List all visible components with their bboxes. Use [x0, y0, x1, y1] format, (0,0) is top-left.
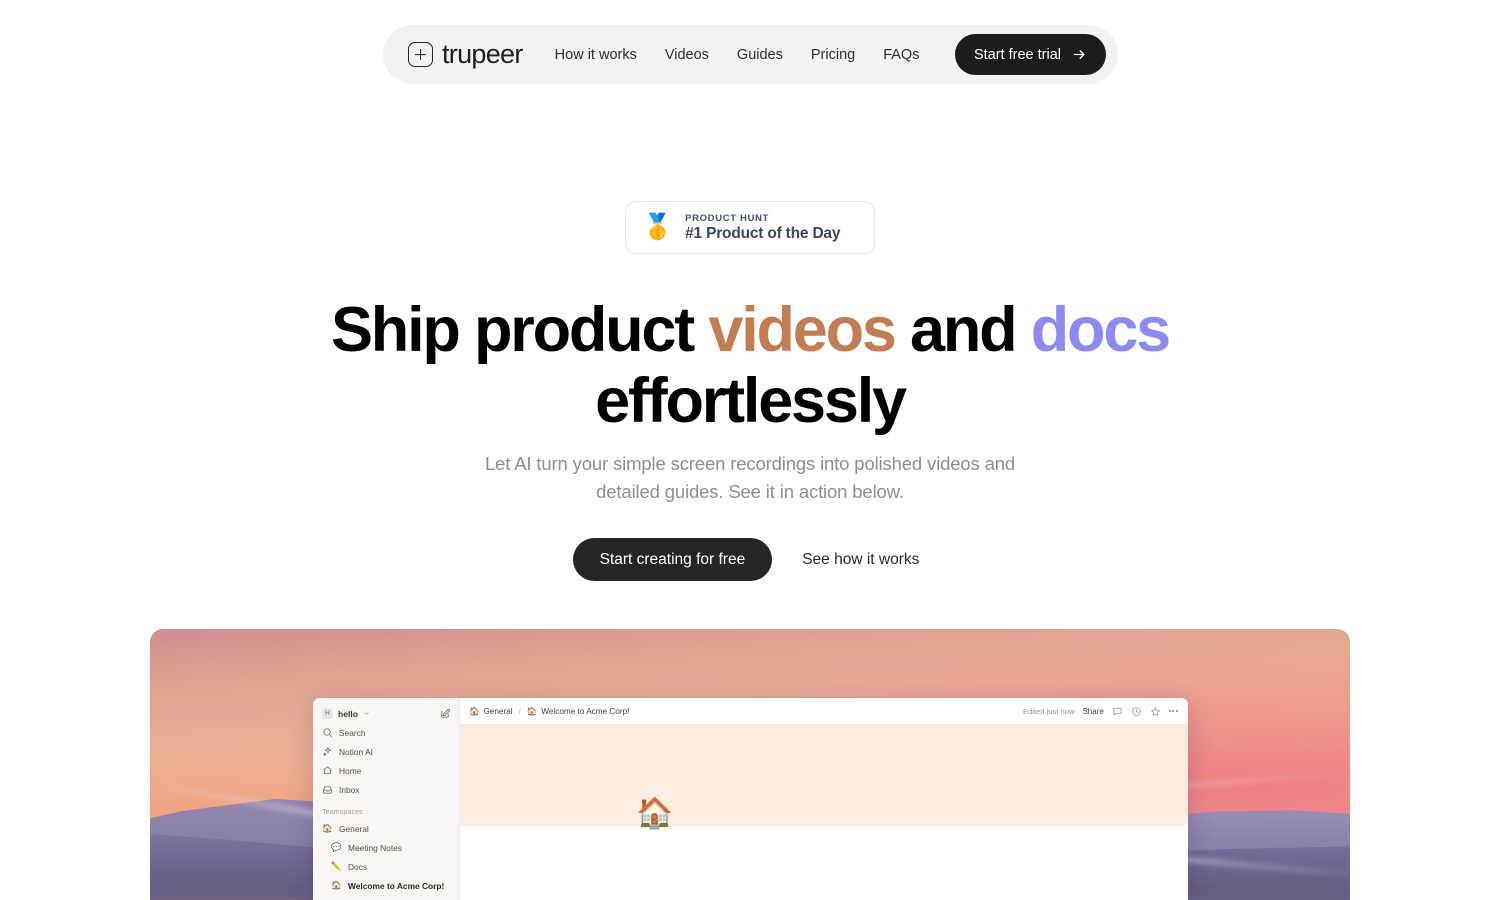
- sparkle-icon: [322, 746, 332, 757]
- app-main-area: 🏠 General / 🏠 Welcome to Acme Corp! Edit…: [460, 698, 1188, 900]
- share-button[interactable]: Share: [1082, 707, 1103, 716]
- sidebar-item-docs[interactable]: ✏️ Docs: [313, 857, 459, 876]
- sidebar-item-search[interactable]: Search: [313, 723, 459, 742]
- house-emoji-icon: 🏠: [322, 823, 333, 833]
- subheadline-line-2: detailed guides. See it in action below.: [596, 481, 904, 503]
- nav-link-faqs[interactable]: FAQs: [883, 47, 919, 63]
- nav-link-how-it-works[interactable]: How it works: [555, 47, 637, 63]
- breadcrumb-root-label: General: [483, 706, 513, 716]
- brand-logo[interactable]: trupeer: [408, 41, 523, 68]
- gold-medal-icon: 🥇: [642, 213, 674, 241]
- hero-headline: Ship product videos and docs effortlessl…: [0, 299, 1500, 433]
- top-navbar: trupeer How it works Videos Guides Prici…: [383, 25, 1118, 84]
- headline-highlight-videos: videos: [708, 295, 897, 365]
- sidebar-item-welcome-to-acme-corp[interactable]: 🏠 Welcome to Acme Corp!: [313, 876, 459, 895]
- workspace-switcher[interactable]: H hello: [313, 704, 459, 723]
- headline-text-1: Ship product: [330, 295, 709, 365]
- inbox-icon: [323, 786, 332, 794]
- product-hunt-badge[interactable]: 🥇 PRODUCT HUNT #1 Product of the Day: [625, 201, 875, 254]
- page-body: 🏠: [460, 799, 1188, 900]
- home-icon: [323, 766, 332, 775]
- sidebar-item-label: General: [339, 823, 369, 834]
- sidebar-item-inbox[interactable]: Inbox: [313, 780, 459, 799]
- sidebar-item-label: Meeting Notes: [348, 842, 402, 853]
- comment-icon[interactable]: [1112, 706, 1123, 717]
- app-preview-window: H hello Search Notion AI Home Inbox Team…: [313, 698, 1188, 900]
- sidebar-item-meeting-notes[interactable]: 💬 Meeting Notes: [313, 838, 459, 857]
- nav-link-pricing[interactable]: Pricing: [811, 47, 855, 63]
- subheadline-line-1: Let AI turn your simple screen recording…: [485, 453, 1015, 474]
- star-icon[interactable]: [1150, 706, 1161, 717]
- house-emoji-icon: 🏠: [331, 880, 342, 890]
- start-free-trial-label: Start free trial: [973, 46, 1061, 63]
- start-creating-for-free-button[interactable]: Start creating for free: [572, 538, 773, 581]
- sidebar-item-label: Search: [339, 727, 366, 738]
- edited-status: Edited just now: [1022, 706, 1075, 716]
- hero-subheadline: Let AI turn your simple screen recording…: [0, 450, 1500, 506]
- chevron-down-icon: [364, 712, 369, 715]
- sidebar-section-teamspaces: Teamspaces: [322, 809, 363, 816]
- plus-square-icon: [408, 42, 433, 67]
- sidebar-item-label: Home: [339, 765, 362, 776]
- breadcrumb-current-label: Welcome to Acme Corp!: [541, 706, 630, 716]
- hero-cta-row: Start creating for free See how it works: [0, 538, 1500, 581]
- arrow-right-icon: [1073, 50, 1085, 59]
- search-icon: [323, 728, 333, 738]
- headline-line-2: effortlessly: [595, 366, 907, 436]
- nav-links: How it works Videos Guides Pricing FAQs: [555, 47, 920, 63]
- breadcrumb-separator: /: [518, 706, 521, 716]
- workspace-name: hello: [338, 708, 359, 719]
- product-hunt-kicker: PRODUCT HUNT: [685, 212, 769, 224]
- sidebar-item-home[interactable]: Home: [313, 761, 459, 780]
- workspace-avatar: H: [322, 708, 333, 719]
- app-topbar-actions: Edited just now Share: [1023, 706, 1178, 717]
- speech-bubble-emoji-icon: 💬: [331, 842, 342, 852]
- new-page-icon[interactable]: [440, 708, 451, 719]
- app-sidebar: H hello Search Notion AI Home Inbox Team…: [313, 698, 460, 900]
- start-free-trial-button[interactable]: Start free trial: [954, 34, 1106, 75]
- page-icon-house-emoji[interactable]: 🏠: [636, 799, 673, 829]
- headline-highlight-docs: docs: [1030, 295, 1171, 365]
- house-emoji-icon: 🏠: [526, 705, 538, 716]
- pencil-emoji-icon: ✏️: [331, 861, 342, 871]
- brand-name: trupeer: [442, 39, 523, 69]
- sidebar-item-label: Welcome to Acme Corp!: [348, 880, 445, 891]
- nav-link-videos[interactable]: Videos: [665, 47, 709, 63]
- nav-link-guides[interactable]: Guides: [737, 47, 783, 63]
- headline-text-2: and: [894, 295, 1031, 365]
- sidebar-item-label: Notion AI: [339, 746, 373, 757]
- app-topbar: 🏠 General / 🏠 Welcome to Acme Corp! Edit…: [460, 698, 1188, 725]
- see-how-it-works-button[interactable]: See how it works: [794, 551, 927, 569]
- clock-history-icon[interactable]: [1131, 706, 1142, 717]
- headline-line-1: Ship product videos and docs: [0, 299, 1500, 362]
- breadcrumb-current[interactable]: 🏠 Welcome to Acme Corp!: [527, 706, 630, 717]
- breadcrumb-root[interactable]: 🏠 General: [469, 706, 513, 717]
- sidebar-item-notion-ai[interactable]: Notion AI: [313, 742, 459, 761]
- product-hunt-title: #1 Product of the Day: [685, 224, 841, 242]
- more-options-icon[interactable]: [1168, 710, 1178, 712]
- sidebar-item-label: Docs: [348, 861, 368, 872]
- sidebar-item-label: Inbox: [339, 784, 360, 795]
- page-cover-image: [460, 725, 1188, 826]
- sidebar-item-general[interactable]: 🏠 General: [313, 819, 459, 838]
- product-hunt-text: PRODUCT HUNT #1 Product of the Day: [685, 213, 840, 243]
- house-emoji-icon: 🏠: [469, 705, 480, 716]
